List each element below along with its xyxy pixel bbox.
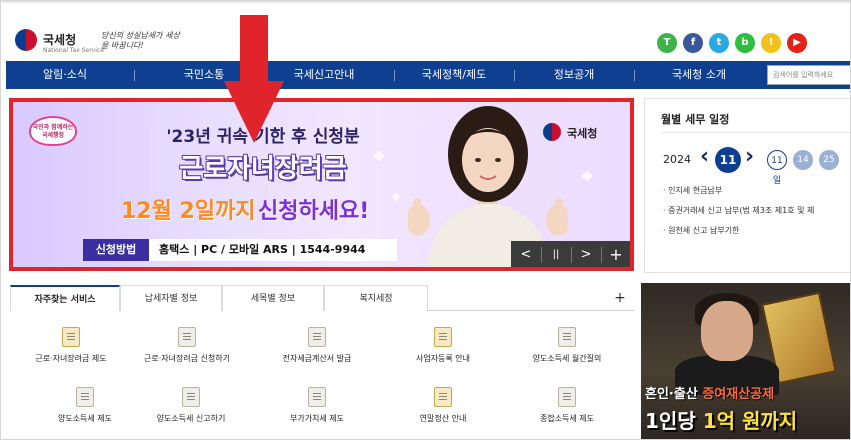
blog-icon[interactable]: b xyxy=(735,33,755,53)
video-caption-line2: 1인당 1억 원까지 xyxy=(645,405,797,434)
service-label: 근로·자녀장려금 신청하기 xyxy=(143,354,231,363)
service-label: 사업자등록 안내 xyxy=(415,354,471,363)
service-item[interactable]: 종합소득세 제도 xyxy=(517,387,617,435)
service-label: 전자세금계산서 발급 xyxy=(282,354,352,363)
logo-subtitle: National Tax Service xyxy=(43,47,104,54)
service-label: 종합소득세 제도 xyxy=(539,414,595,423)
banner-deadline: 12월 2일까지 xyxy=(121,199,256,224)
search-input[interactable]: 검색어를 입력하세요 xyxy=(767,65,850,85)
service-label: 근로·자녀장려금 제도 xyxy=(35,354,107,363)
banner-controls: < || > + xyxy=(511,241,630,267)
banner-call-to-action: 신청하세요! xyxy=(258,199,370,224)
site-header: 국세청 National Tax Service 당신의 성실납세가 세상을 바… xyxy=(1,1,850,61)
person-icon xyxy=(62,327,80,347)
agency-logo: 국세청 xyxy=(543,122,630,142)
caption-highlight: 1억 원까지 xyxy=(702,409,798,433)
browser-viewport: 국세청 National Tax Service 당신의 성실납세가 세상을 바… xyxy=(0,0,851,440)
facebook-icon[interactable]: f xyxy=(683,33,703,53)
banner-more-button[interactable]: + xyxy=(601,241,630,267)
service-label: 양도소득세 월간질의 xyxy=(532,354,602,363)
service-item[interactable]: 양도소득세 제도 xyxy=(35,387,135,435)
service-item[interactable]: 근로·자녀장려금 신청하기 xyxy=(137,327,237,375)
calculator-icon xyxy=(308,327,326,347)
video-caption-line1: 혼인·출산 증여재산공제 xyxy=(645,383,774,402)
video-thumbnail[interactable]: 혼인·출산 증여재산공제 1인당 1억 원까지 xyxy=(641,283,850,439)
next-month-chevron-icon[interactable]: › xyxy=(745,146,754,168)
twitter-icon[interactable]: t xyxy=(709,33,729,53)
nav-item-disclosure[interactable]: 정보공개 xyxy=(514,61,634,89)
red-arrow-annotation-icon xyxy=(224,15,284,143)
service-item[interactable]: 양도소득세 신고하기 xyxy=(141,387,241,435)
nts-emblem-icon xyxy=(543,123,561,141)
caption-text: 혼인·출산 xyxy=(645,387,703,402)
nav-item-about[interactable]: 국세청 소개 xyxy=(634,61,764,89)
schedule-day-25[interactable]: 25 xyxy=(819,150,839,170)
talk-icon[interactable]: T xyxy=(657,33,677,53)
schedule-item[interactable]: · 인지세 현금납부 xyxy=(663,185,722,196)
title-divider xyxy=(661,132,850,133)
prev-month-chevron-icon[interactable]: ‹ xyxy=(700,146,709,168)
schedule-item[interactable]: · 증권거래세 신고 납부(법 제3조 제1호 및 제 xyxy=(663,205,814,216)
service-item[interactable]: 연말정산 안내 xyxy=(393,387,493,435)
schedule-day-14[interactable]: 14 xyxy=(793,150,813,170)
campaign-badge: 국민과 함께하는 국세행정 xyxy=(29,116,77,146)
building-icon xyxy=(558,327,576,347)
tab-tax-item-info[interactable]: 세목별 정보 xyxy=(222,285,324,311)
current-month: 11 xyxy=(715,147,741,173)
presenter-face xyxy=(701,301,753,361)
edit-document-icon xyxy=(76,387,94,407)
nav-item-tax-policy[interactable]: 국세정책/제도 xyxy=(394,61,514,89)
list-document-icon xyxy=(308,387,326,407)
id-card-icon xyxy=(434,327,452,347)
schedule-day-11[interactable]: 11일 xyxy=(767,150,787,186)
monthly-tax-schedule: 월별 세무 일정 2024 ‹ 11 › 11일 14 25 · 인지세 현금납… xyxy=(644,98,850,273)
form-icon xyxy=(182,387,200,407)
service-item[interactable]: 양도소득세 월간질의 xyxy=(517,327,617,375)
sparkle-decoration xyxy=(391,192,401,202)
nts-logo-icon[interactable] xyxy=(15,29,37,51)
service-label: 양도소득세 제도 xyxy=(57,414,113,423)
schedule-year: 2024 xyxy=(663,153,691,166)
service-label: 연말정산 안내 xyxy=(419,414,467,423)
person-document-icon xyxy=(558,387,576,407)
main-nav: 알림·소식 국민소통 국세신고안내 국세정책/제도 정보공개 국세청 소개 검색… xyxy=(6,61,850,89)
service-item[interactable]: 근로·자녀장려금 제도 xyxy=(21,327,121,375)
banner-pause-button[interactable]: || xyxy=(541,241,571,267)
method-label: 신청방법 xyxy=(83,239,149,261)
youtube-icon[interactable]: ▶ xyxy=(787,33,807,53)
agency-name: 국세청 xyxy=(567,127,598,140)
service-label: 부가가치세 제도 xyxy=(289,414,345,423)
service-item[interactable]: 부가가치세 제도 xyxy=(267,387,367,435)
banner-title: 근로자녀장려금 xyxy=(179,154,347,184)
service-tabs: 자주찾는 서비스 납세자별 정보 세목별 정보 복지세정 + xyxy=(10,285,634,311)
bulb-icon[interactable]: ! xyxy=(761,33,781,53)
application-method: 신청방법 홈택스 | PC / 모바일 ARS | 1544-9944 xyxy=(83,239,397,261)
nav-divider xyxy=(134,70,135,81)
tab-frequent-services[interactable]: 자주찾는 서비스 xyxy=(10,285,120,311)
caption-text: 1인당 xyxy=(645,409,703,433)
nav-item-news[interactable]: 알림·소식 xyxy=(6,61,124,89)
schedule-item[interactable]: · 원천세 신고 납부기한 xyxy=(663,225,739,236)
caption-highlight: 증여재산공제 xyxy=(702,387,775,402)
promo-banner[interactable]: 국민과 함께하는 국세행정 '23년 귀속 기한 후 신청분 근로자녀장려금 1… xyxy=(9,98,634,271)
document-icon xyxy=(178,327,196,347)
service-item[interactable]: 전자세금계산서 발급 xyxy=(267,327,367,375)
slogan: 당신의 성실납세가 세상을 바꿉니다! xyxy=(101,31,180,50)
schedule-title: 월별 세무 일정 xyxy=(661,113,730,126)
tab-taxpayer-info[interactable]: 납세자별 정보 xyxy=(120,285,222,311)
tabs-more-plus-icon[interactable]: + xyxy=(610,285,630,311)
tab-welfare[interactable]: 복지세정 xyxy=(324,285,428,311)
banner-next-button[interactable]: > xyxy=(571,241,601,267)
method-text: 홈택스 | PC / 모바일 ARS | 1544-9944 xyxy=(159,243,366,256)
logo-text[interactable]: 국세청 xyxy=(43,31,76,48)
service-label: 양도소득세 신고하기 xyxy=(156,414,226,423)
service-item[interactable]: 사업자등록 안내 xyxy=(393,327,493,375)
banner-prev-button[interactable]: < xyxy=(511,241,541,267)
monitor-icon xyxy=(434,387,452,407)
sparkle-decoration xyxy=(581,170,593,182)
